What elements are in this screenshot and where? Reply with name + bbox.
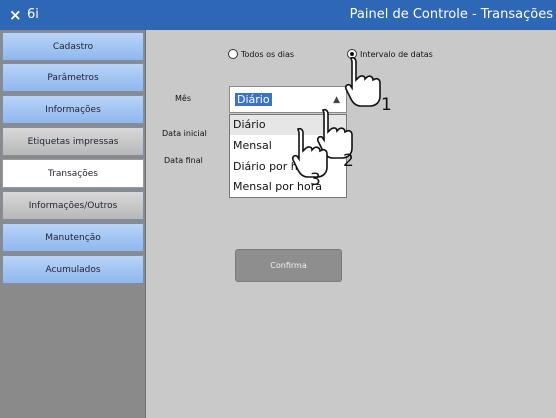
sidebar-item-acumulados[interactable]: Acumulados: [2, 255, 144, 284]
sidebar-item-transacoes[interactable]: Transações: [2, 159, 144, 188]
sidebar-item-informacoes[interactable]: Informações: [2, 95, 144, 124]
month-label: Mês: [175, 94, 191, 103]
month-select-value: Diário: [235, 93, 272, 106]
window-title: Painel de Controle - Transações: [349, 7, 553, 22]
close-icon[interactable]: ×: [9, 5, 22, 25]
confirm-button[interactable]: Confirma: [235, 249, 342, 282]
sidebar-item-manutencao[interactable]: Manutenção: [2, 223, 144, 252]
main-content: Todos os dias Intervalo de datas Mês Dat…: [147, 30, 556, 418]
radio-circle-all-days[interactable]: [228, 49, 238, 59]
end-date-label: Data final: [164, 156, 203, 165]
app-name: 6i: [27, 7, 39, 22]
chevron-up-icon[interactable]: ▲: [333, 95, 340, 105]
sidebar-item-cadastro[interactable]: Cadastro: [2, 32, 144, 61]
step-3-label: 3: [310, 170, 321, 187]
title-bar: × 6i Painel de Controle - Transações: [0, 0, 556, 30]
radio-all-days[interactable]: Todos os dias: [228, 49, 294, 59]
pointing-hand-icon-1: 1: [344, 56, 391, 112]
sidebar-item-informacoes-outros[interactable]: Informações/Outros: [2, 191, 144, 220]
radio-all-days-label: Todos os dias: [241, 49, 295, 59]
pointing-hand-icon-3: 3: [291, 127, 328, 187]
step-1-label: 1: [381, 95, 391, 112]
sidebar-item-parametros[interactable]: Parâmetros: [2, 63, 144, 92]
sidebar-item-etiquetas[interactable]: Etiquetas impressas: [2, 127, 144, 156]
sidebar: Cadastro Parâmetros Informações Etiqueta…: [0, 30, 146, 418]
step-2-label: 2: [343, 151, 354, 168]
start-date-label: Data inicial: [162, 129, 207, 138]
